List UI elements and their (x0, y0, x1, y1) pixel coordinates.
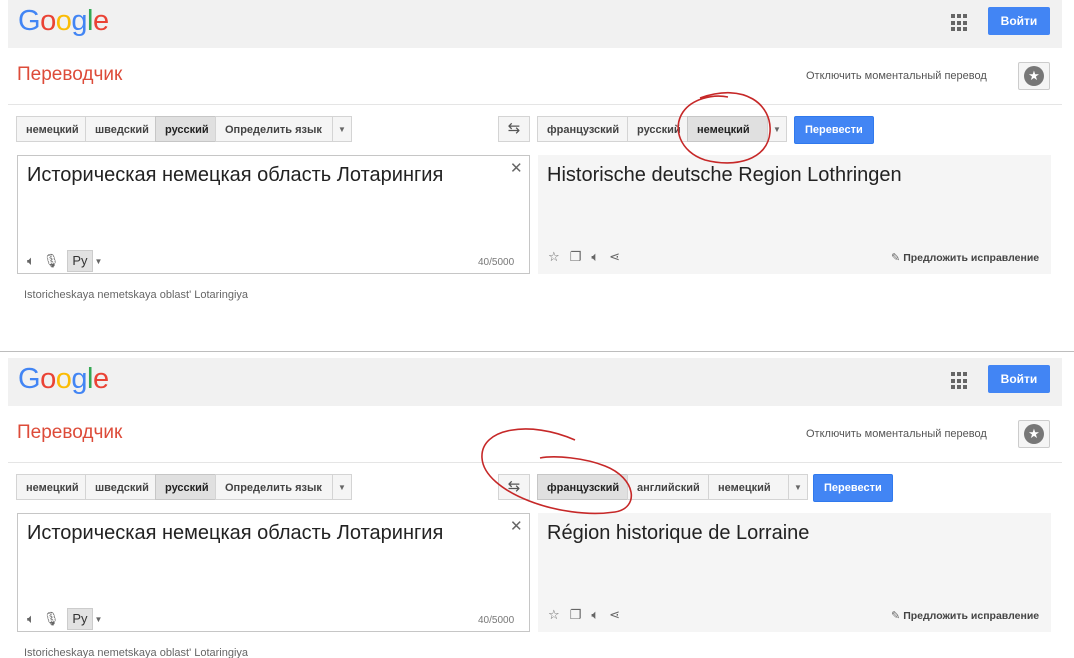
translate-panel: Google Войти Переводчик Отключить момент… (8, 358, 1062, 658)
google-logo[interactable]: Google (18, 363, 109, 396)
page-title: Переводчик (17, 422, 123, 443)
target-lang-1[interactable]: русский (627, 116, 688, 142)
source-lang-3[interactable]: Определить язык (215, 474, 333, 500)
swap-icon: ⇆ (507, 478, 521, 495)
speaker-icon[interactable]: 🔈︎ (27, 253, 35, 269)
chevron-down-icon[interactable]: ▼ (788, 474, 808, 500)
chevron-down-icon[interactable]: ▼ (332, 116, 352, 142)
suggest-edit-label: Предложить исправление (903, 252, 1040, 264)
close-icon[interactable]: ✕ (510, 159, 523, 177)
mic-icon[interactable]: 🎙︎ (43, 611, 60, 627)
target-lang-0[interactable]: французский (537, 116, 628, 142)
speaker-icon[interactable]: 🔈︎ (27, 611, 35, 627)
swap-icon: ⇆ (507, 120, 521, 137)
target-language-bar: французский английский немецкий ▼ (537, 474, 808, 500)
target-lang-2[interactable]: немецкий (708, 474, 789, 500)
target-lang-2[interactable]: немецкий (687, 116, 768, 142)
sign-in-button[interactable]: Войти (988, 365, 1050, 393)
target-lang-1[interactable]: английский (627, 474, 709, 500)
phrasebook-button[interactable]: ★ (1018, 62, 1050, 90)
input-tools-button[interactable]: Ру (67, 608, 93, 630)
character-count: 40/5000 (478, 257, 515, 268)
star-icon: ★ (1024, 66, 1044, 86)
translate-button[interactable]: Перевести (813, 474, 893, 502)
swap-languages-button[interactable]: ⇆ (498, 474, 530, 500)
sign-in-button[interactable]: Войти (988, 7, 1050, 35)
source-lang-2[interactable]: русский (155, 116, 216, 142)
star-icon: ★ (1024, 424, 1044, 444)
copy-icon[interactable]: ❐ (570, 607, 582, 623)
apps-grid-icon[interactable] (951, 372, 969, 390)
pencil-icon: ✎ (891, 252, 901, 264)
source-lang-0[interactable]: немецкий (16, 474, 86, 500)
source-language-bar: немецкий шведский русский Определить язык ▼ (16, 474, 352, 500)
result-box: Historische deutsche Region Lothringen ☆… (538, 155, 1051, 274)
source-lang-0[interactable]: немецкий (16, 116, 86, 142)
target-language-bar: французский русский немецкий ▼ (537, 116, 787, 142)
source-lang-1[interactable]: шведский (85, 116, 156, 142)
result-box: Région historique de Lorraine ☆ ❐ 🔈︎ ⋖ ✎… (538, 513, 1051, 632)
close-icon[interactable]: ✕ (510, 517, 523, 535)
star-icon[interactable]: ☆ (548, 249, 560, 265)
translate-panel: Google Войти Переводчик Отключить момент… (8, 0, 1062, 320)
input-tools-button[interactable]: Ру (67, 250, 93, 272)
share-icon[interactable]: ⋖ (609, 607, 620, 623)
transliteration: Istoricheskaya nemetskaya oblast' Lotari… (24, 647, 249, 658)
chevron-down-icon[interactable]: ▼ (95, 615, 103, 624)
phrasebook-button[interactable]: ★ (1018, 420, 1050, 448)
logo-letter: G (18, 363, 41, 395)
logo-letter: o (55, 5, 72, 37)
logo-letter: e (92, 363, 109, 395)
source-text[interactable]: Историческая немецкая область Лотарингия (27, 522, 443, 545)
suggest-edit-label: Предложить исправление (903, 610, 1040, 622)
chevron-down-icon[interactable]: ▼ (332, 474, 352, 500)
share-icon[interactable]: ⋖ (609, 249, 620, 265)
source-tools: 🔈︎ 🎙︎ Ру ▼ (27, 250, 102, 272)
source-tools: 🔈︎ 🎙︎ Ру ▼ (27, 608, 102, 630)
logo-letter: g (71, 363, 87, 395)
result-text: Historische deutsche Region Lothringen (547, 164, 902, 186)
chevron-down-icon[interactable]: ▼ (95, 257, 103, 266)
top-bar: Google Войти (8, 358, 1062, 406)
source-textarea[interactable]: Историческая немецкая область Лотарингия… (17, 155, 530, 274)
result-tools: ☆ ❐ 🔈︎ ⋖ (548, 607, 620, 623)
speaker-icon[interactable]: 🔈︎ (591, 249, 599, 265)
logo-letter: e (92, 5, 109, 37)
logo-letter: o (40, 363, 56, 395)
google-logo[interactable]: Google (18, 5, 109, 38)
source-language-bar: немецкий шведский русский Определить язык ▼ (16, 116, 352, 142)
mic-icon[interactable]: 🎙︎ (43, 253, 60, 269)
logo-letter: g (71, 5, 87, 37)
logo-letter: o (55, 363, 72, 395)
transliteration: Istoricheskaya nemetskaya oblast' Lotari… (24, 289, 249, 301)
speaker-icon[interactable]: 🔈︎ (591, 607, 599, 623)
logo-letter: G (18, 5, 41, 37)
source-lang-2[interactable]: русский (155, 474, 216, 500)
apps-grid-icon[interactable] (951, 14, 969, 32)
copy-icon[interactable]: ❐ (570, 249, 582, 265)
source-textarea[interactable]: Историческая немецкая область Лотарингия… (17, 513, 530, 632)
divider (8, 104, 1062, 105)
chevron-down-icon[interactable]: ▼ (767, 116, 787, 142)
pencil-icon: ✎ (891, 610, 901, 622)
result-tools: ☆ ❐ 🔈︎ ⋖ (548, 249, 620, 265)
page-title: Переводчик (17, 64, 123, 85)
panel-separator (0, 351, 1074, 352)
logo-letter: o (40, 5, 56, 37)
star-icon[interactable]: ☆ (548, 607, 560, 623)
instant-translation-toggle[interactable]: Отключить моментальный перевод (806, 428, 987, 440)
divider (8, 462, 1062, 463)
target-lang-0[interactable]: французский (537, 474, 628, 500)
translate-button[interactable]: Перевести (794, 116, 874, 144)
source-text[interactable]: Историческая немецкая область Лотарингия (27, 164, 443, 187)
suggest-edit-link[interactable]: ✎ Предложить исправление (891, 609, 1039, 622)
instant-translation-toggle[interactable]: Отключить моментальный перевод (806, 70, 987, 82)
suggest-edit-link[interactable]: ✎ Предложить исправление (891, 251, 1039, 264)
swap-languages-button[interactable]: ⇆ (498, 116, 530, 142)
result-text: Région historique de Lorraine (547, 522, 810, 544)
top-bar: Google Войти (8, 0, 1062, 48)
character-count: 40/5000 (478, 615, 515, 626)
source-lang-1[interactable]: шведский (85, 474, 156, 500)
source-lang-3[interactable]: Определить язык (215, 116, 333, 142)
